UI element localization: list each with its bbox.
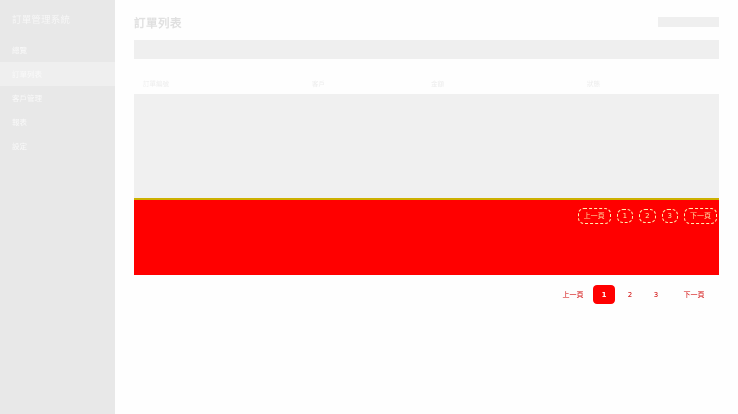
overlay-page-1: 1 xyxy=(616,209,634,223)
app-title: 訂單管理系統 xyxy=(12,15,71,26)
sidebar-item-orders[interactable]: 訂單列表 xyxy=(0,62,115,86)
overlay-pagination: 上一頁 1 2 3 下一頁 xyxy=(577,208,717,224)
column-header-amount: 金額 xyxy=(431,80,444,88)
overlay-next-button: 下一頁 xyxy=(684,208,717,224)
page-title: 訂單列表 xyxy=(134,16,182,30)
prev-page-button[interactable]: 上一頁 xyxy=(555,285,591,304)
page-2-button[interactable]: 2 xyxy=(619,285,641,304)
column-header-status: 狀態 xyxy=(587,80,600,88)
overlay-page-2: 2 xyxy=(639,209,656,223)
sidebar-nav: 總覽 訂單列表 客戶管理 報表 設定 xyxy=(0,38,115,158)
sidebar-item-reports[interactable]: 報表 xyxy=(0,110,115,134)
table-body xyxy=(134,94,719,198)
overlay-page-3: 3 xyxy=(661,209,678,223)
column-header-customer: 客戶 xyxy=(312,80,325,88)
page-3-button[interactable]: 3 xyxy=(645,285,667,304)
orders-table: 訂單編號 客戶 金額 狀態 xyxy=(134,71,719,198)
sidebar-item-customers[interactable]: 客戶管理 xyxy=(0,86,115,110)
pagination: 上一頁 1 2 3 下一頁 xyxy=(555,285,713,304)
next-page-button[interactable]: 下一頁 xyxy=(675,285,713,304)
highlight-overlay: 上一頁 1 2 3 下一頁 xyxy=(134,198,719,275)
overlay-prev-button: 上一頁 xyxy=(577,208,611,224)
page-1-button[interactable]: 1 xyxy=(593,285,615,304)
filter-toolbar xyxy=(134,40,719,59)
sidebar: 訂單管理系統 總覽 訂單列表 客戶管理 報表 設定 xyxy=(0,0,115,414)
app-window: 訂單管理系統 總覽 訂單列表 客戶管理 報表 設定 訂單列表 訂單編號 客戶 金… xyxy=(0,0,738,414)
header-action-button[interactable] xyxy=(658,17,719,27)
table-header: 訂單編號 客戶 金額 狀態 xyxy=(134,71,719,94)
column-header-order-id: 訂單編號 xyxy=(143,80,169,88)
sidebar-item-overview[interactable]: 總覽 xyxy=(0,38,115,62)
sidebar-item-settings[interactable]: 設定 xyxy=(0,134,115,158)
